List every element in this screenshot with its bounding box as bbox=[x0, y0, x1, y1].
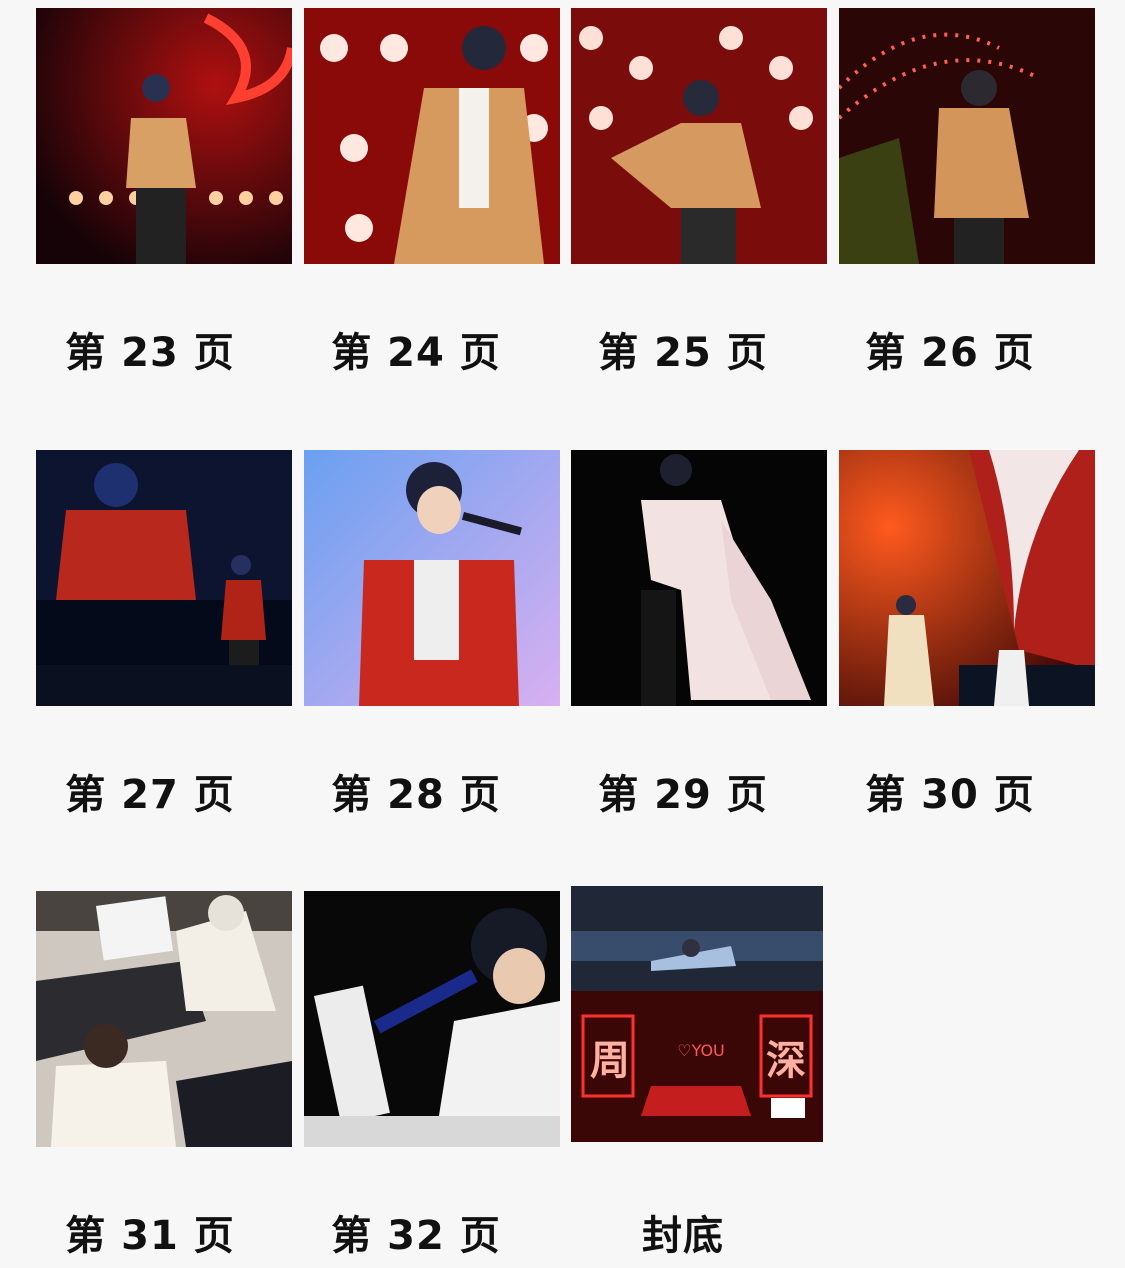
page-23-thumbnail[interactable] bbox=[36, 8, 292, 264]
page-26-thumbnail[interactable] bbox=[839, 8, 1095, 264]
page-24-caption: 第 24 页 bbox=[331, 330, 501, 376]
back-cover-thumbnail[interactable]: 周 深 ♡YOU bbox=[571, 886, 823, 1142]
page-31-thumbnail[interactable] bbox=[36, 891, 292, 1147]
page-27-caption: 第 27 页 bbox=[65, 772, 235, 818]
page-27-image bbox=[36, 450, 292, 706]
page-29-caption: 第 29 页 bbox=[598, 772, 768, 818]
page-26-image bbox=[839, 8, 1095, 264]
page-tile-27[interactable] bbox=[36, 450, 292, 706]
page-28-caption: 第 28 页 bbox=[331, 772, 501, 818]
page-24-image bbox=[304, 8, 560, 264]
page-26-caption: 第 26 页 bbox=[865, 330, 1035, 376]
page-25-caption: 第 25 页 bbox=[598, 330, 768, 376]
page-tile-25[interactable] bbox=[571, 8, 827, 264]
page-tile-24[interactable] bbox=[304, 8, 560, 264]
page-tile-29[interactable] bbox=[571, 450, 827, 706]
page-tile-23[interactable] bbox=[36, 8, 292, 264]
page-30-caption: 第 30 页 bbox=[865, 772, 1035, 818]
back-cover-right-sign: 深 bbox=[766, 1038, 806, 1084]
page-28-image bbox=[304, 450, 560, 706]
page-tile-31[interactable] bbox=[36, 891, 292, 1147]
page-27-thumbnail[interactable] bbox=[36, 450, 292, 706]
page-25-thumbnail[interactable] bbox=[571, 8, 827, 264]
page-32-caption: 第 32 页 bbox=[331, 1213, 501, 1259]
page-24-thumbnail[interactable] bbox=[304, 8, 560, 264]
page-30-thumbnail[interactable] bbox=[839, 450, 1095, 706]
back-cover-left-sign: 周 bbox=[590, 1038, 630, 1084]
page-thumbnail-grid: 第 23 页 第 24 页 第 25 页 第 26 页 第 27 页 第 28 … bbox=[0, 0, 1125, 1268]
back-cover-caption: 封底 bbox=[642, 1213, 724, 1259]
page-28-thumbnail[interactable] bbox=[304, 450, 560, 706]
page-29-thumbnail[interactable] bbox=[571, 450, 827, 706]
back-cover-heart-sign: ♡YOU bbox=[677, 1041, 725, 1060]
page-31-image bbox=[36, 891, 292, 1147]
page-tile-28[interactable] bbox=[304, 450, 560, 706]
back-cover-image bbox=[571, 886, 823, 1142]
page-32-image bbox=[304, 891, 560, 1147]
page-tile-back-cover[interactable]: 周 深 ♡YOU bbox=[571, 886, 827, 1142]
page-tile-32[interactable] bbox=[304, 891, 560, 1147]
page-29-image bbox=[571, 450, 827, 706]
page-23-caption: 第 23 页 bbox=[65, 330, 235, 376]
page-23-image bbox=[36, 8, 292, 264]
page-tile-30[interactable] bbox=[839, 450, 1095, 706]
page-32-thumbnail[interactable] bbox=[304, 891, 560, 1147]
page-25-image bbox=[571, 8, 827, 264]
page-tile-26[interactable] bbox=[839, 8, 1095, 264]
page-31-caption: 第 31 页 bbox=[65, 1213, 235, 1259]
page-30-image bbox=[839, 450, 1095, 706]
